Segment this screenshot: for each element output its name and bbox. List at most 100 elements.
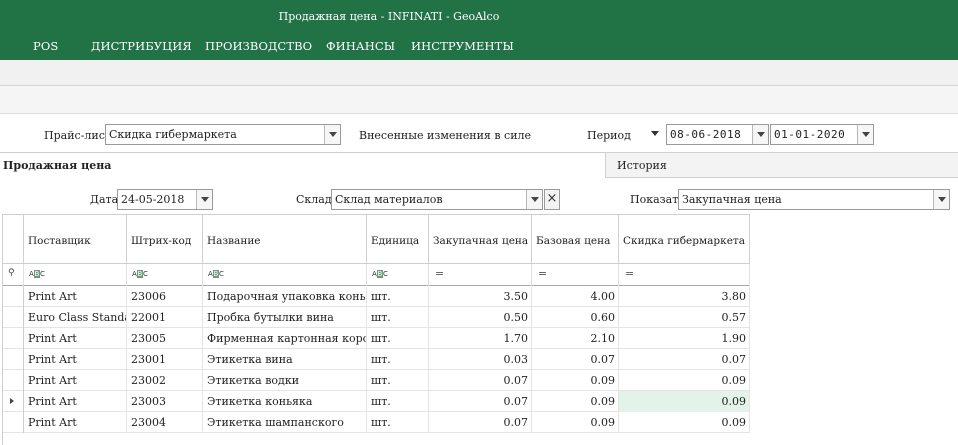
cell-name[interactable]: Фирменная картонная коробка [203, 328, 367, 349]
cell-unit[interactable]: шт. [367, 328, 429, 349]
cell-purchase-price[interactable]: 1.70 [429, 328, 532, 349]
table-row[interactable]: Print Art 23005 Фирменная картонная коробк… [2, 328, 750, 349]
filter-name[interactable]: ABC [203, 264, 367, 286]
header-unit[interactable]: Единица [367, 215, 429, 265]
cell-barcode[interactable]: 23005 [127, 328, 203, 349]
cell-base-price[interactable]: 2.10 [532, 328, 619, 349]
period-from-field[interactable]: 08-06-2018 [666, 124, 769, 145]
cell-base-price[interactable]: 0.60 [532, 307, 619, 328]
cell-purchase-price[interactable]: 0.07 [429, 391, 532, 412]
header-unit-label: Единица [371, 235, 420, 247]
header-barcode[interactable]: Штрих-код [127, 215, 203, 265]
cell-unit[interactable]: шт. [367, 349, 429, 370]
filter-pin[interactable]: ⚲ [2, 264, 24, 286]
table-row[interactable]: Print Art 23001 Этикетка вина шт. 0.03 0.07 0.… [2, 349, 750, 370]
cell-unit[interactable]: шт. [367, 412, 429, 433]
cell-name[interactable]: Этикетка водки [203, 370, 367, 391]
cell-purchase-price[interactable]: 3.50 [429, 286, 532, 307]
warehouse-select[interactable]: Склад материалов [331, 189, 543, 210]
cell-discount[interactable]: 0.07 [619, 349, 750, 370]
chevron-down-icon[interactable] [752, 125, 768, 144]
row-indicator[interactable] [2, 370, 24, 391]
filter-purchase[interactable]: = [429, 264, 532, 286]
cell-supplier[interactable]: Print Art [24, 391, 127, 412]
row-indicator[interactable] [2, 307, 24, 328]
cell-unit[interactable]: шт. [367, 391, 429, 412]
cell-base-price[interactable]: 4.00 [532, 286, 619, 307]
chevron-down-icon[interactable] [933, 190, 949, 209]
cell-discount[interactable]: 0.09 [619, 412, 750, 433]
chevron-down-icon[interactable] [526, 190, 542, 209]
cell-barcode[interactable]: 23002 [127, 370, 203, 391]
row-indicator[interactable] [2, 412, 24, 433]
header-base-price[interactable]: Базовая цена [532, 215, 619, 265]
clear-icon[interactable]: × [544, 189, 560, 210]
row-indicator[interactable] [2, 391, 24, 412]
chevron-down-icon[interactable] [196, 190, 212, 209]
cell-base-price[interactable]: 0.07 [532, 349, 619, 370]
chevron-down-icon[interactable] [324, 125, 340, 144]
show-select[interactable]: Закупачная цена [678, 189, 950, 210]
filter-unit[interactable]: ABC [367, 264, 429, 286]
filter-supplier[interactable]: ABC [24, 264, 127, 286]
cell-unit[interactable]: шт. [367, 370, 429, 391]
table-row[interactable]: Print Art 23006 Подарочная упаковка коньяк… [2, 286, 750, 307]
table-row[interactable]: Print Art 23003 Этикетка коньяка шт. 0.07 0.0… [2, 391, 750, 412]
cell-base-price[interactable]: 0.09 [532, 412, 619, 433]
cell-name[interactable]: Этикетка коньяка [203, 391, 367, 412]
header-purchase-price[interactable]: Закупачная цена [429, 215, 532, 265]
filter-barcode[interactable]: ABC [127, 264, 203, 286]
cell-name[interactable]: Подарочная упаковка коньяка [203, 286, 367, 307]
row-indicator[interactable] [2, 349, 24, 370]
menu-finance[interactable]: ФИНАНСЫ [326, 39, 395, 53]
cell-purchase-price[interactable]: 0.03 [429, 349, 532, 370]
tab-history[interactable]: История [606, 152, 958, 177]
table-row[interactable]: Print Art 23004 Этикетка шампанского шт. 0.0… [2, 412, 750, 433]
cell-discount[interactable]: 1.90 [619, 328, 750, 349]
period-dropdown-icon[interactable] [651, 131, 659, 136]
cell-supplier[interactable]: Print Art [24, 412, 127, 433]
row-indicator[interactable] [2, 328, 24, 349]
cell-discount[interactable]: 0.57 [619, 307, 750, 328]
cell-barcode[interactable]: 23006 [127, 286, 203, 307]
menu-tools[interactable]: ИНСТРУМЕНТЫ [411, 39, 514, 53]
cell-discount[interactable]: 3.80 [619, 286, 750, 307]
pricelist-select[interactable]: Скидка гибермаркета [105, 124, 341, 145]
filter-base[interactable]: = [532, 264, 619, 286]
cell-barcode[interactable]: 23001 [127, 349, 203, 370]
menu-production[interactable]: ПРОИЗВОДСТВО [205, 39, 312, 53]
chevron-down-icon[interactable] [857, 125, 873, 144]
cell-supplier[interactable]: Print Art [24, 370, 127, 391]
cell-supplier[interactable]: Print Art [24, 286, 127, 307]
header-supplier[interactable]: Поставщик [24, 215, 127, 265]
cell-purchase-price[interactable]: 0.07 [429, 370, 532, 391]
period-to-field[interactable]: 01-01-2020 [770, 124, 874, 145]
cell-supplier[interactable]: Euro Class Standart [24, 307, 127, 328]
cell-barcode[interactable]: 23004 [127, 412, 203, 433]
cell-barcode[interactable]: 22001 [127, 307, 203, 328]
table-row[interactable]: Print Art 23002 Этикетка водки шт. 0.07 0.09 0… [2, 370, 750, 391]
row-indicator[interactable] [2, 286, 24, 307]
cell-supplier[interactable]: Print Art [24, 328, 127, 349]
menu-pos[interactable]: POS [33, 39, 58, 53]
cell-purchase-price[interactable]: 0.50 [429, 307, 532, 328]
cell-name[interactable]: Пробка бутылки вина [203, 307, 367, 328]
header-discount[interactable]: Скидка гибермаркета [619, 215, 750, 265]
date-field[interactable]: 24-05-2018 [117, 189, 213, 210]
cell-unit[interactable]: шт. [367, 307, 429, 328]
filter-discount[interactable]: = [619, 264, 750, 286]
cell-name[interactable]: Этикетка вина [203, 349, 367, 370]
cell-purchase-price[interactable]: 0.07 [429, 412, 532, 433]
table-row[interactable]: Euro Class Standart 22001 Пробка бутылки в… [2, 307, 750, 328]
cell-discount[interactable]: 0.09 [619, 370, 750, 391]
tab-sale-price[interactable]: Продажная цена [0, 152, 606, 178]
cell-base-price[interactable]: 0.09 [532, 370, 619, 391]
cell-unit[interactable]: шт. [367, 286, 429, 307]
cell-base-price[interactable]: 0.09 [532, 391, 619, 412]
menu-distribution[interactable]: ДИСТРИБУЦИЯ [91, 39, 192, 53]
cell-name[interactable]: Этикетка шампанского [203, 412, 367, 433]
cell-supplier[interactable]: Print Art [24, 349, 127, 370]
cell-discount[interactable]: 0.09 [619, 391, 750, 412]
header-name[interactable]: Название [203, 215, 367, 265]
cell-barcode[interactable]: 23003 [127, 391, 203, 412]
